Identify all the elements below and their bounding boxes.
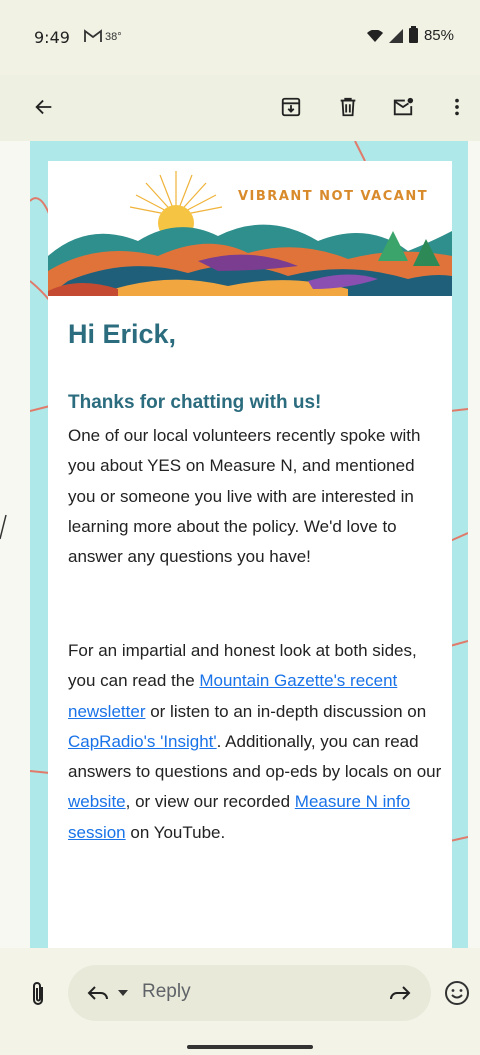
paragraph-intro: One of our local volunteers recently spo… <box>68 426 421 567</box>
emoji-icon[interactable] <box>444 980 470 1006</box>
subheading: Thanks for chatting with us! <box>68 392 322 413</box>
email-content[interactable]: VIBRANT NOT VACANT Hi Erick, Thanks for … <box>0 141 480 948</box>
status-right: 85% <box>366 26 454 44</box>
greeting: Hi Erick, <box>68 319 177 349</box>
edge-mark <box>0 514 7 540</box>
wifi-icon <box>366 29 383 42</box>
p2-text: on YouTube. <box>125 822 226 842</box>
home-indicator[interactable] <box>187 1045 313 1049</box>
battery-level: 85% <box>423 27 454 44</box>
more-vert-icon[interactable] <box>443 93 471 121</box>
gmail-notification-icon <box>84 29 102 46</box>
vibrant-not-vacant-banner: VIBRANT NOT VACANT <box>48 161 452 296</box>
delete-icon[interactable] <box>334 93 362 121</box>
website-link[interactable]: website <box>68 792 126 811</box>
p2-text: or listen to an in-depth discussion on <box>145 701 427 721</box>
status-bar: 9:49 38° 85% <box>0 0 480 75</box>
reply-label: Reply <box>142 981 191 1002</box>
reply-arrow-icon <box>87 986 108 1000</box>
banner-slogan: VIBRANT NOT VACANT <box>238 189 429 204</box>
mark-unread-icon[interactable] <box>389 93 417 121</box>
paragraph-resources: For an impartial and honest look at both… <box>68 636 442 848</box>
signal-icon <box>388 28 403 43</box>
status-time: 9:49 <box>34 28 70 47</box>
p2-text: , or view our recorded <box>125 792 295 812</box>
capradio-insight-link[interactable]: CapRadio's 'Insight' <box>68 732 217 751</box>
archive-icon[interactable] <box>277 93 305 121</box>
reply-bar: Reply <box>0 948 480 1055</box>
email-card: VIBRANT NOT VACANT Hi Erick, Thanks for … <box>48 161 452 948</box>
attachment-icon[interactable] <box>26 980 50 1008</box>
chevron-down-icon[interactable] <box>118 990 128 996</box>
status-temperature: 38° <box>105 31 122 43</box>
reply-button[interactable]: Reply <box>68 965 431 1021</box>
forward-arrow-icon[interactable] <box>388 981 412 1005</box>
email-toolbar <box>0 75 480 141</box>
battery-icon <box>408 26 418 43</box>
mountain-illustration <box>48 171 452 296</box>
back-arrow-icon[interactable] <box>30 93 58 121</box>
email-frame: VIBRANT NOT VACANT Hi Erick, Thanks for … <box>30 141 468 948</box>
